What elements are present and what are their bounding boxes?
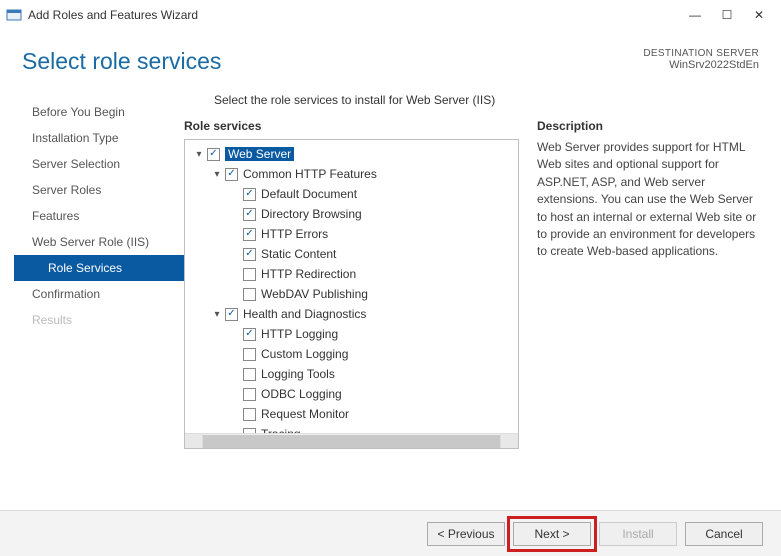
titlebar: Add Roles and Features Wizard — ☐ ✕ (0, 0, 781, 30)
tree-node[interactable]: ▾ Web Server (187, 144, 516, 164)
nav-results: Results (14, 307, 184, 333)
page-title: Select role services (22, 48, 643, 75)
tree-node-label: Default Document (261, 187, 357, 201)
tree-node[interactable]: ▾Custom Logging (187, 344, 516, 364)
install-button: Install (599, 522, 677, 546)
previous-button[interactable]: < Previous (427, 522, 505, 546)
minimize-button[interactable]: — (689, 8, 701, 22)
nav-confirmation[interactable]: Confirmation (14, 281, 184, 307)
destination-server: DESTINATION SERVER WinSrv2022StdEn (643, 48, 759, 71)
role-services-heading: Role services (184, 119, 519, 133)
destination-value: WinSrv2022StdEn (643, 59, 759, 71)
horizontal-scrollbar[interactable] (185, 433, 518, 449)
close-button[interactable]: ✕ (753, 8, 765, 22)
tree-node-label: HTTP Redirection (261, 267, 356, 281)
nav-server-roles[interactable]: Server Roles (14, 177, 184, 203)
checkbox[interactable] (243, 248, 256, 261)
checkbox[interactable] (243, 208, 256, 221)
tree-node-label: ODBC Logging (261, 387, 342, 401)
nav-web-server-role-iis[interactable]: Web Server Role (IIS) (14, 229, 184, 255)
tree-node-label: HTTP Logging (261, 327, 338, 341)
description-heading: Description (537, 119, 763, 133)
tree-node-label: Custom Logging (261, 347, 348, 361)
nav-server-selection[interactable]: Server Selection (14, 151, 184, 177)
wizard-footer: < Previous Next > Install Cancel (0, 510, 781, 556)
tree-node[interactable]: ▾Static Content (187, 244, 516, 264)
tree-node[interactable]: ▾ Common HTTP Features (187, 164, 516, 184)
nav-before-you-begin[interactable]: Before You Begin (14, 99, 184, 125)
nav-features[interactable]: Features (14, 203, 184, 229)
instruction-text: Select the role services to install for … (184, 91, 763, 119)
tree-node-label: WebDAV Publishing (261, 287, 368, 301)
tree-node-label: Common HTTP Features (243, 167, 377, 181)
destination-label: DESTINATION SERVER (643, 48, 759, 59)
expander-icon[interactable]: ▾ (193, 149, 205, 160)
tree-node[interactable]: ▾Request Monitor (187, 404, 516, 424)
tree-node[interactable]: ▾ Health and Diagnostics (187, 304, 516, 324)
checkbox[interactable] (243, 368, 256, 381)
tree-node-label: Static Content (261, 247, 336, 261)
checkbox[interactable] (225, 168, 238, 181)
tree-node-label: Directory Browsing (261, 207, 362, 221)
tree-node[interactable]: ▾HTTP Redirection (187, 264, 516, 284)
maximize-button[interactable]: ☐ (721, 8, 733, 22)
nav-installation-type[interactable]: Installation Type (14, 125, 184, 151)
expander-icon[interactable]: ▾ (211, 309, 223, 320)
wizard-nav: Before You Begin Installation Type Serve… (14, 91, 184, 501)
tree-node[interactable]: ▾WebDAV Publishing (187, 284, 516, 304)
tree-node[interactable]: ▾HTTP Logging (187, 324, 516, 344)
checkbox[interactable] (243, 328, 256, 341)
expander-icon[interactable]: ▾ (211, 169, 223, 180)
checkbox[interactable] (243, 348, 256, 361)
description-text: Web Server provides support for HTML Web… (537, 139, 763, 261)
tree-node-label: Web Server (225, 147, 294, 161)
nav-role-services[interactable]: Role Services (14, 255, 184, 281)
tree-node-label: Health and Diagnostics (243, 307, 366, 321)
tree-node-label: Request Monitor (261, 407, 349, 421)
tree-node[interactable]: ▾Default Document (187, 184, 516, 204)
tree-node[interactable]: ▾Logging Tools (187, 364, 516, 384)
checkbox[interactable] (243, 388, 256, 401)
checkbox[interactable] (243, 408, 256, 421)
checkbox[interactable] (225, 308, 238, 321)
tree-node[interactable]: ▾ODBC Logging (187, 384, 516, 404)
window-title: Add Roles and Features Wizard (28, 8, 689, 22)
tree-node-label: Logging Tools (261, 367, 335, 381)
checkbox[interactable] (243, 188, 256, 201)
role-services-tree[interactable]: ▾Web Server▾Common HTTP Features▾Default… (184, 139, 519, 449)
app-icon (6, 7, 22, 23)
next-button[interactable]: Next > (513, 522, 591, 546)
checkbox[interactable] (243, 268, 256, 281)
cancel-button[interactable]: Cancel (685, 522, 763, 546)
checkbox[interactable] (243, 228, 256, 241)
tree-node[interactable]: ▾Tracing (187, 424, 516, 433)
checkbox[interactable] (207, 148, 220, 161)
checkbox[interactable] (243, 288, 256, 301)
tree-node[interactable]: ▾HTTP Errors (187, 224, 516, 244)
tree-node[interactable]: ▾Directory Browsing (187, 204, 516, 224)
tree-node-label: HTTP Errors (261, 227, 328, 241)
